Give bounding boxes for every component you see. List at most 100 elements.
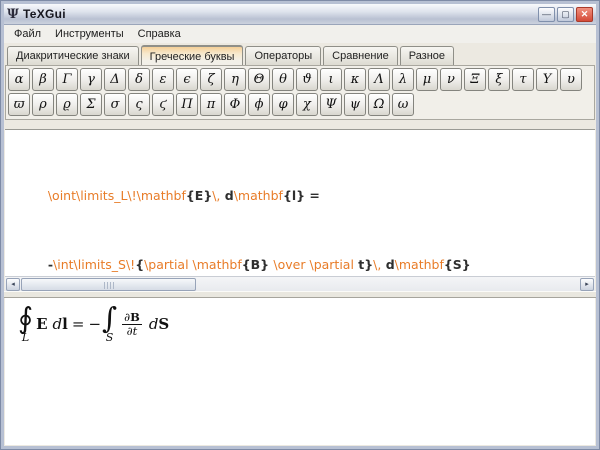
tex-token: \over \partial bbox=[273, 257, 354, 272]
greek-letter-button[interactable]: σ bbox=[104, 93, 126, 116]
source-line-2: -\int\limits_S\!{\partial \mathbf{B} \ov… bbox=[24, 207, 595, 276]
greek-letter-button[interactable]: η bbox=[224, 68, 246, 91]
minus-sign: − bbox=[88, 315, 102, 333]
tex-token: \oint\limits_L\!\mathbf bbox=[47, 188, 186, 203]
greek-letter-button[interactable]: Σ bbox=[80, 93, 102, 116]
tex-token: \partial \mathbf bbox=[144, 257, 242, 272]
vector-E: E bbox=[36, 315, 48, 333]
tab-operators[interactable]: Операторы bbox=[245, 46, 322, 65]
greek-letter-button[interactable]: τ bbox=[512, 68, 534, 91]
title-bar: Ψ TeXGui — ▢ ✕ bbox=[4, 4, 596, 25]
greek-letter-button[interactable]: β bbox=[32, 68, 54, 91]
greek-letter-button[interactable]: ε bbox=[152, 68, 174, 91]
horizontal-scrollbar[interactable]: ◂ ▸ bbox=[5, 276, 595, 291]
greek-letter-button[interactable]: ζ bbox=[200, 68, 222, 91]
greek-letter-button[interactable]: ϖ bbox=[8, 93, 30, 116]
greek-letter-button[interactable]: ξ bbox=[488, 68, 510, 91]
tab-comparison[interactable]: Сравнение bbox=[323, 46, 398, 65]
greek-letter-button[interactable]: Υ bbox=[536, 68, 558, 91]
greek-letter-button[interactable]: μ bbox=[416, 68, 438, 91]
time-variable: t bbox=[132, 323, 138, 338]
greek-letter-button[interactable]: γ bbox=[80, 68, 102, 91]
tex-token: \mathbf bbox=[233, 188, 283, 203]
greek-letter-button[interactable]: χ bbox=[296, 93, 318, 116]
menu-help[interactable]: Справка bbox=[131, 26, 188, 42]
tex-token: d bbox=[220, 188, 234, 203]
menu-file[interactable]: Файл bbox=[7, 26, 48, 42]
greek-letter-button[interactable]: Ω bbox=[368, 93, 390, 116]
greek-letter-button[interactable]: θ bbox=[272, 68, 294, 91]
close-button[interactable]: ✕ bbox=[576, 6, 593, 22]
greek-letter-button[interactable]: Ξ bbox=[464, 68, 486, 91]
fraction-denominator: ∂t bbox=[125, 323, 140, 338]
surface-integral: ∫ S bbox=[102, 301, 118, 344]
greek-letter-button[interactable]: Δ bbox=[104, 68, 126, 91]
greek-letter-button[interactable]: ω bbox=[392, 93, 414, 116]
maximize-button[interactable]: ▢ bbox=[557, 6, 574, 22]
pane-splitter[interactable] bbox=[4, 291, 596, 298]
tex-token: { bbox=[135, 257, 145, 272]
menu-bar: Файл Инструменты Справка bbox=[4, 25, 596, 43]
greek-letter-button[interactable]: ρ bbox=[32, 93, 54, 116]
scroll-left-arrow-icon[interactable]: ◂ bbox=[6, 278, 20, 291]
tab-misc[interactable]: Разное bbox=[399, 46, 455, 65]
greek-letter-button[interactable]: Γ bbox=[56, 68, 78, 91]
differential-d: d bbox=[52, 315, 63, 333]
greek-letter-palette: αβΓγΔδεϵζηΘθϑικΛλμνΞξτΥυ ϖρϱΣσςϛΠπΦϕφχΨψ… bbox=[5, 65, 595, 120]
tab-strip: Диакритические знаки Греческие буквы Опе… bbox=[4, 43, 596, 66]
greek-letter-button[interactable]: ϱ bbox=[56, 93, 78, 116]
app-psi-icon: Ψ bbox=[7, 6, 19, 22]
tex-token: {E} bbox=[185, 188, 213, 203]
partial-fraction: ∂B ∂t bbox=[122, 311, 142, 337]
greek-letter-button[interactable]: ψ bbox=[344, 93, 366, 116]
greek-letter-button[interactable]: ϑ bbox=[296, 68, 318, 91]
source-line-1: \oint\limits_L\!\mathbf{E}\, d\mathbf{l}… bbox=[24, 138, 595, 207]
tab-greek-letters[interactable]: Греческие буквы bbox=[140, 45, 244, 66]
tab-diacritics[interactable]: Диакритические знаки bbox=[7, 46, 139, 65]
tex-source-editor[interactable]: \oint\limits_L\!\mathbf{E}\, d\mathbf{l}… bbox=[5, 129, 595, 291]
scroll-right-arrow-icon[interactable]: ▸ bbox=[580, 278, 594, 291]
greek-letter-button[interactable]: κ bbox=[344, 68, 366, 91]
oint-symbol: ∮ bbox=[18, 301, 34, 335]
tex-token: \mathbf bbox=[394, 257, 444, 272]
formula-preview-pane: ∮ L E d l = − ∫ S ∂B ∂t d S bbox=[5, 298, 595, 445]
fraction-numerator: ∂B bbox=[122, 311, 142, 325]
greek-letter-button[interactable]: λ bbox=[392, 68, 414, 91]
differential-d: d bbox=[148, 315, 159, 333]
greek-letter-button[interactable]: ς bbox=[128, 93, 150, 116]
greek-letter-button[interactable]: ι bbox=[320, 68, 342, 91]
scrollbar-thumb[interactable] bbox=[21, 278, 196, 291]
greek-letter-button[interactable]: Λ bbox=[368, 68, 390, 91]
greek-letter-button[interactable]: α bbox=[8, 68, 30, 91]
tex-token: \int\limits_S\! bbox=[53, 257, 136, 272]
greek-letter-button[interactable]: φ bbox=[272, 93, 294, 116]
greek-letter-button[interactable]: ϕ bbox=[248, 93, 270, 116]
greek-letter-button[interactable]: π bbox=[200, 93, 222, 116]
greek-letter-button[interactable]: ϛ bbox=[152, 93, 174, 116]
palette-row-1: αβΓγΔδεϵζηΘθϑικΛλμνΞξτΥυ bbox=[8, 68, 593, 93]
greek-letter-button[interactable]: υ bbox=[560, 68, 582, 91]
greek-letter-button[interactable]: Π bbox=[176, 93, 198, 116]
window-title: TeXGui bbox=[23, 7, 66, 21]
rendered-formula: ∮ L E d l = − ∫ S ∂B ∂t d S bbox=[18, 301, 170, 344]
tex-token: t} bbox=[353, 257, 374, 272]
tex-source-code: \oint\limits_L\!\mathbf{E}\, d\mathbf{l}… bbox=[5, 130, 595, 276]
int-symbol: ∫ bbox=[102, 301, 118, 335]
vector-l: l bbox=[62, 315, 68, 333]
greek-letter-button[interactable]: Θ bbox=[248, 68, 270, 91]
menu-tools[interactable]: Инструменты bbox=[48, 26, 131, 42]
greek-letter-button[interactable]: ϵ bbox=[176, 68, 198, 91]
int-lower-limit: S bbox=[105, 331, 114, 344]
texgui-window: Ψ TeXGui — ▢ ✕ Файл Инструменты Справка … bbox=[0, 0, 600, 450]
greek-letter-button[interactable]: Ψ bbox=[320, 93, 342, 116]
greek-letter-button[interactable]: ν bbox=[440, 68, 462, 91]
minimize-button[interactable]: — bbox=[538, 6, 555, 22]
tex-token: {S} bbox=[443, 257, 471, 272]
greek-letter-button[interactable]: Φ bbox=[224, 93, 246, 116]
vector-B: B bbox=[130, 309, 140, 324]
tex-token: {B} bbox=[241, 257, 274, 272]
oint-lower-limit: L bbox=[21, 331, 30, 344]
contour-integral: ∮ L bbox=[18, 301, 34, 344]
greek-letter-button[interactable]: δ bbox=[128, 68, 150, 91]
vector-S: S bbox=[158, 315, 170, 333]
